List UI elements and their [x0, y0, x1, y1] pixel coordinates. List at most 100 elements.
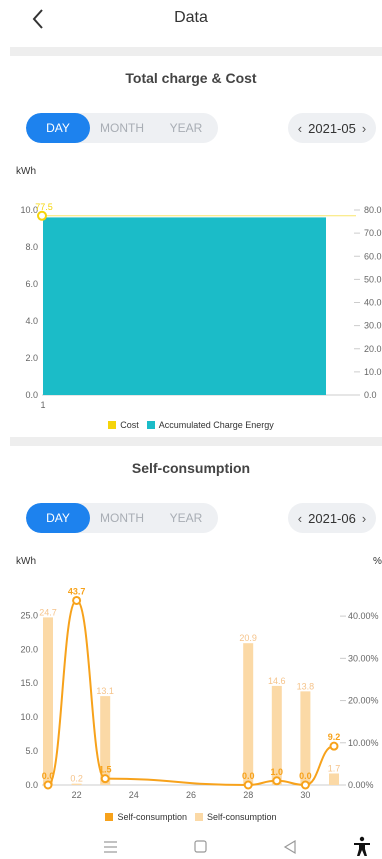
bar-self-consumption	[243, 643, 254, 785]
bar-self-consumption	[329, 773, 339, 785]
section2-title: Self-consumption	[131, 460, 251, 476]
tab-day[interactable]: DAY	[26, 113, 90, 143]
y2-tick-label: 40.00%	[348, 611, 379, 621]
legend-swatch-self-consumption-line	[105, 813, 114, 821]
bar-data-label: 1.7	[328, 763, 341, 773]
y-tick-label: 8.0	[25, 242, 38, 252]
tab-day[interactable]: DAY	[26, 503, 90, 533]
legend-label-self-consumption-bar: Self-consumption	[207, 812, 277, 822]
section2-date-picker[interactable]: ‹ 2021-06 ›	[288, 503, 376, 533]
section-divider	[10, 47, 382, 56]
accessibility-icon[interactable]	[354, 836, 370, 856]
line-point	[272, 776, 282, 786]
section2-unit-label: kWh	[16, 556, 36, 567]
y2-tick-label: 20.00%	[348, 696, 379, 706]
x-tick-label: 24	[129, 790, 139, 800]
header-bar: Data	[0, 0, 382, 40]
section2-period-tabs: DAY MONTH YEAR	[26, 503, 218, 533]
legend-label-self-consumption-line: Self-consumption	[117, 812, 187, 822]
line-point	[243, 780, 253, 790]
y-tick-label: 20.0	[20, 644, 38, 654]
y2-tick-label: 50.0	[364, 274, 382, 284]
chevron-left-icon[interactable]: ‹	[298, 121, 302, 136]
y-tick-label: 0.0	[25, 390, 38, 400]
section1-unit-label: kWh	[16, 166, 36, 177]
tab-year[interactable]: YEAR	[154, 503, 218, 533]
back-nav-icon[interactable]	[283, 839, 296, 855]
tab-month[interactable]: MONTH	[90, 503, 154, 533]
legend-label-charge-energy: Accumulated Charge Energy	[158, 420, 274, 430]
chevron-left-icon[interactable]: ‹	[298, 511, 302, 526]
section1-legend: Cost Accumulated Charge Energy	[0, 420, 382, 430]
line-point	[329, 741, 339, 751]
bar-data-label: 14.6	[268, 676, 286, 686]
section1-period-tabs: DAY MONTH YEAR	[26, 113, 218, 143]
legend-swatch-cost	[108, 421, 117, 429]
line-point	[72, 595, 82, 605]
bar-data-label: 20.9	[239, 633, 257, 643]
bar-charge-energy	[43, 217, 326, 395]
x-tick-label: 30	[300, 790, 310, 800]
line-data-label: 9.2	[328, 732, 341, 742]
charge-cost-chart: 0.02.04.06.08.010.00.010.020.030.040.050…	[20, 202, 382, 410]
section2-unit-right-label: %	[373, 556, 382, 567]
bar-self-consumption	[71, 783, 82, 785]
y-tick-label: 2.0	[25, 353, 38, 363]
legend-swatch-charge-energy	[146, 421, 155, 429]
chevron-right-icon[interactable]: ›	[362, 121, 366, 136]
section2-legend: Self-consumption Self-consumption	[0, 812, 382, 822]
bar-data-label: 0.2	[70, 774, 83, 784]
page-title: Data	[174, 9, 208, 26]
x-tick-label: 1	[40, 400, 45, 410]
line-data-label: 43.7	[68, 586, 86, 596]
line-data-label: 0.0	[42, 771, 55, 781]
x-tick-label: 28	[243, 790, 253, 800]
y2-tick-label: 20.0	[364, 344, 382, 354]
section1-date-picker[interactable]: ‹ 2021-05 ›	[288, 113, 376, 143]
tab-year[interactable]: YEAR	[154, 113, 218, 143]
legend-swatch-self-consumption-bar	[195, 813, 203, 821]
line-point	[300, 780, 310, 790]
x-tick-label: 22	[72, 790, 82, 800]
bar-data-label: 13.1	[96, 686, 114, 696]
bar-self-consumption	[43, 617, 53, 785]
y2-tick-label: 30.0	[364, 321, 382, 331]
y-tick-label: 4.0	[25, 316, 38, 326]
y2-tick-label: 10.00%	[348, 738, 379, 748]
y-tick-label: 10.0	[20, 712, 38, 722]
section2-date-label: 2021-06	[308, 510, 356, 526]
y-tick-label: 0.0	[25, 780, 38, 790]
legend-label-cost: Cost	[120, 420, 139, 430]
y2-tick-label: 80.0	[364, 205, 382, 215]
y2-tick-label: 60.0	[364, 251, 382, 261]
self-consumption-line	[47, 599, 335, 787]
system-nav-bar	[104, 836, 370, 856]
chevron-right-icon[interactable]: ›	[362, 511, 366, 526]
menu-icon[interactable]	[104, 841, 117, 853]
section-divider	[10, 437, 382, 446]
bar-data-label: 24.7	[39, 607, 57, 617]
section1-date-label: 2021-05	[308, 120, 356, 136]
line-data-label: 0.0	[299, 771, 312, 781]
y2-tick-label: 70.0	[364, 228, 382, 238]
y-tick-label: 6.0	[25, 279, 38, 289]
y2-tick-label: 40.0	[364, 298, 382, 308]
y-tick-label: 5.0	[25, 746, 38, 756]
y2-tick-label: 0.00%	[348, 780, 374, 790]
self-consumption-chart: 0.0 5.0 10.0 15.0 20.0 25.0 0.00% 10.00% 20.00% 3…	[20, 586, 379, 800]
cost-data-label: 77.5	[35, 202, 53, 212]
section1-title: Total charge & Cost	[125, 70, 257, 86]
line-point	[100, 774, 110, 784]
line-data-label: 1.5	[99, 765, 112, 775]
line-point	[43, 780, 53, 790]
line-data-label: 0.0	[242, 771, 255, 781]
y2-tick-label: 30.00%	[348, 653, 379, 663]
x-tick-label: 26	[186, 790, 196, 800]
home-icon[interactable]	[194, 840, 207, 853]
bar-data-label: 13.8	[297, 681, 315, 691]
y-tick-label: 15.0	[20, 678, 38, 688]
y2-tick-label: 0.0	[364, 390, 377, 400]
tab-month[interactable]: MONTH	[90, 113, 154, 143]
y-tick-label: 25.0	[20, 610, 38, 620]
cost-point	[37, 210, 47, 221]
